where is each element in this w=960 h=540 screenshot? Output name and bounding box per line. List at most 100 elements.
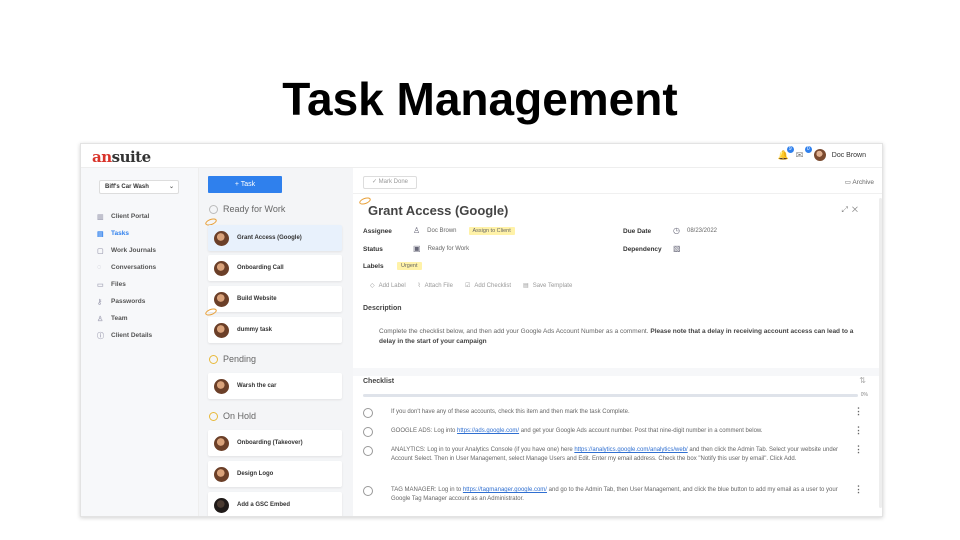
- assignee-label: Assignee: [363, 228, 392, 235]
- status-circle-icon: [209, 204, 218, 214]
- sidebar-item-tasks[interactable]: ▤ Tasks: [97, 225, 156, 242]
- detail-actions: ◇ Add Label ⌇ Attach File ☑ Add Checklist ▤…: [370, 282, 572, 289]
- task-detail-panel: ✓ Mark Done ▭ Archive Grant Access (Goog…: [353, 168, 882, 516]
- brand-logo[interactable]: ansuite: [92, 148, 151, 166]
- label-tag[interactable]: Urgent: [397, 262, 422, 270]
- assignee-value[interactable]: ♙ Doc Brown Assign to Client: [413, 226, 515, 235]
- dependency-value[interactable]: ▧: [673, 244, 688, 253]
- ads-link[interactable]: https://ads.google.com/: [457, 428, 519, 434]
- dependency-label: Dependency: [623, 246, 662, 253]
- sort-icon[interactable]: ⇅: [859, 376, 866, 385]
- clock-icon: ◷: [673, 226, 680, 235]
- client-select[interactable]: Biff's Car Wash ⌄: [99, 180, 179, 194]
- avatar: [214, 322, 229, 338]
- team-icon: ♙: [97, 315, 104, 323]
- checklist-item: If you don't have any of these accounts,…: [363, 406, 863, 418]
- sidebar-item-files[interactable]: ▭ Files: [97, 276, 156, 293]
- task-card[interactable]: Build Website: [208, 286, 342, 312]
- paperclip-icon: ⌇: [417, 283, 421, 289]
- template-icon: ▤: [523, 283, 529, 289]
- task-title[interactable]: Grant Access (Google): [368, 203, 508, 218]
- archive-button[interactable]: ▭ Archive: [845, 178, 874, 186]
- message-icon[interactable]: ✉ 0: [796, 146, 812, 161]
- task-list-panel: + Task Ready for Work Grant Access (Goog…: [199, 168, 353, 516]
- bell-icon[interactable]: 🔔 9: [778, 146, 794, 161]
- add-label-button[interactable]: ◇ Add Label: [370, 282, 406, 289]
- due-date-value[interactable]: ◷ 08/23/2022: [673, 226, 717, 235]
- avatar[interactable]: [813, 149, 826, 161]
- sidebar-item-client-details[interactable]: ⓘ Client Details: [97, 327, 156, 344]
- description-text[interactable]: Complete the checklist below, and then a…: [379, 327, 859, 347]
- analytics-link[interactable]: https://analytics.google.com/analytics/w…: [574, 447, 687, 453]
- kebab-menu-icon[interactable]: ⋮: [854, 444, 863, 455]
- task-card[interactable]: dummy task: [208, 317, 342, 343]
- user-area: 🔔 9 ✉ 0 Doc Brown: [778, 146, 866, 161]
- task-card[interactable]: Warsh the car: [208, 373, 342, 399]
- tag-icon: ◇: [370, 283, 375, 289]
- chart-icon: ▥: [97, 213, 104, 221]
- due-date-label: Due Date: [623, 228, 652, 235]
- expand-icon[interactable]: ⤢: [841, 205, 851, 214]
- list-icon: ▤: [97, 230, 104, 238]
- group-ready-for-work[interactable]: Ready for Work: [209, 204, 285, 214]
- mark-done-button[interactable]: ✓ Mark Done: [363, 176, 417, 189]
- dependency-icon: ▧: [673, 244, 681, 253]
- task-card[interactable]: Design Logo: [208, 461, 342, 487]
- sidebar-item-work-journals[interactable]: ▢ Work Journals: [97, 242, 156, 259]
- avatar: [214, 230, 229, 246]
- user-name[interactable]: Doc Brown: [832, 152, 866, 159]
- avatar: [214, 378, 229, 394]
- section-divider: [353, 368, 882, 376]
- chat-icon: ◌: [97, 264, 102, 271]
- add-task-button[interactable]: + Task: [208, 176, 282, 193]
- save-template-button[interactable]: ▤ Save Template: [523, 282, 572, 289]
- checklist-progress-bar: [363, 394, 858, 397]
- kebab-menu-icon[interactable]: ⋮: [854, 484, 863, 495]
- checklist-label: Checklist: [363, 378, 395, 385]
- avatar: [214, 435, 229, 451]
- avatar: [214, 260, 229, 276]
- status-circle-icon: [209, 354, 218, 364]
- checkbox[interactable]: [363, 408, 373, 418]
- group-on-hold[interactable]: On Hold: [209, 411, 256, 421]
- sidebar-nav: ▥ Client Portal ▤ Tasks ▢ Work Journals ◌ Co…: [97, 208, 156, 344]
- folder-icon: ▭: [97, 281, 104, 289]
- sidebar-item-passwords[interactable]: ⚷ Passwords: [97, 293, 156, 310]
- task-card[interactable]: Add a GSC Embed: [208, 492, 342, 516]
- detail-toolbar: ✓ Mark Done ▭ Archive: [353, 168, 882, 194]
- task-card[interactable]: Onboarding Call: [208, 255, 342, 281]
- message-badge: 0: [804, 146, 812, 153]
- sidebar: Biff's Car Wash ⌄ ▥ Client Portal ▤ Tasks ▢…: [81, 168, 199, 516]
- slide-title: Task Management: [282, 73, 678, 125]
- checkbox[interactable]: [363, 446, 373, 456]
- avatar: [214, 466, 229, 482]
- status-label: Status: [363, 246, 383, 253]
- add-checklist-button[interactable]: ☑ Add Checklist: [465, 282, 511, 289]
- checklist-icon: ☑: [464, 283, 471, 289]
- labels-value[interactable]: Urgent: [397, 262, 422, 270]
- attach-file-button[interactable]: ⌇ Attach File: [418, 282, 453, 289]
- status-value[interactable]: ▣ Ready for Work: [413, 244, 469, 253]
- assign-to-client-button[interactable]: Assign to Client: [468, 226, 515, 235]
- chevron-down-icon: ⌄: [168, 184, 174, 190]
- window-controls: ⤢✕: [841, 205, 862, 215]
- checkbox[interactable]: [363, 427, 373, 437]
- kebab-menu-icon[interactable]: ⋮: [854, 425, 863, 436]
- sidebar-item-client-portal[interactable]: ▥ Client Portal: [97, 208, 156, 225]
- group-pending[interactable]: Pending: [209, 354, 256, 364]
- task-card[interactable]: Grant Access (Google): [208, 225, 342, 251]
- labels-label: Labels: [363, 263, 384, 270]
- description-label: Description: [363, 305, 402, 312]
- task-card[interactable]: Onboarding (Takeover): [208, 430, 342, 456]
- tagmanager-link[interactable]: https://tagmanager.google.com/: [463, 487, 547, 493]
- scrollbar[interactable]: [879, 198, 882, 508]
- progress-percent: 0%: [860, 392, 868, 398]
- journal-icon: ▢: [97, 247, 104, 255]
- checkbox[interactable]: [363, 486, 373, 496]
- checklist-item: TAG MANAGER: Log in to https://tagmanage…: [363, 484, 863, 504]
- kebab-menu-icon[interactable]: ⋮: [854, 406, 863, 417]
- sidebar-item-team[interactable]: ♙ Team: [97, 310, 156, 327]
- avatar: [214, 291, 229, 307]
- sidebar-item-conversations[interactable]: ◌ Conversations: [97, 259, 156, 276]
- close-icon[interactable]: ✕: [852, 205, 862, 214]
